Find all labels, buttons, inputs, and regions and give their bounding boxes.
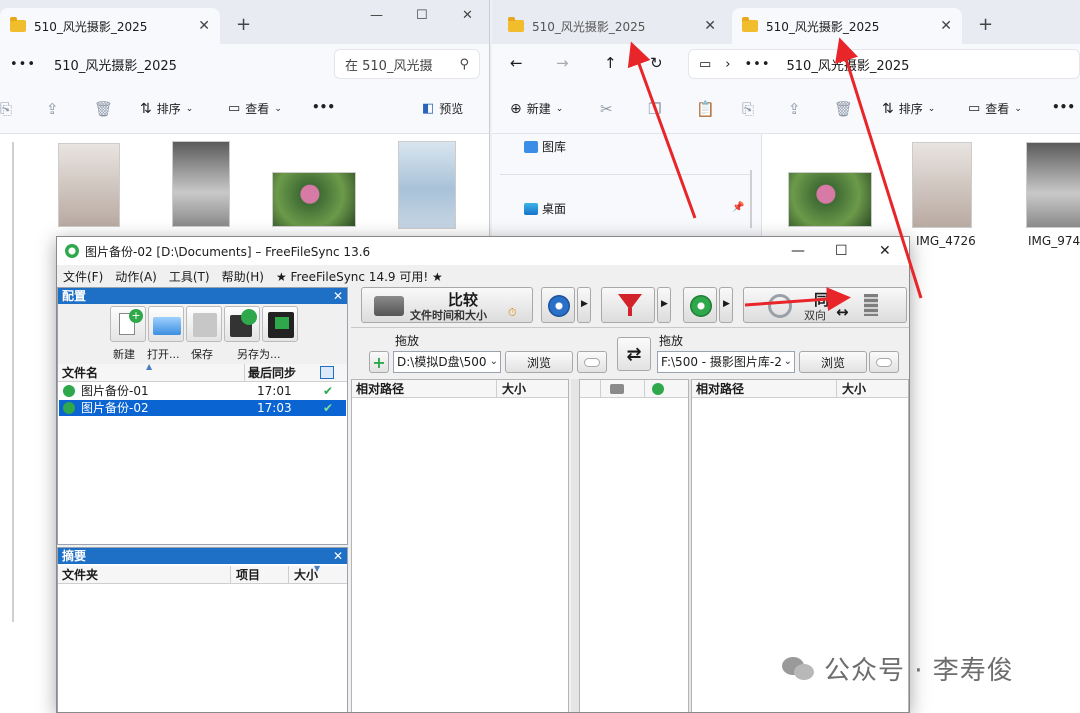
- wechat-icon: [782, 655, 816, 683]
- annotation-arrows: [627, 37, 923, 312]
- arrow-to-active-tab: [835, 37, 923, 299]
- arrow-to-tab: [627, 41, 697, 219]
- watermark: 公众号 · 李寿俊: [782, 650, 1014, 687]
- watermark-text: 公众号 · 李寿俊: [824, 656, 1014, 686]
- arrow-to-sync: [744, 287, 851, 312]
